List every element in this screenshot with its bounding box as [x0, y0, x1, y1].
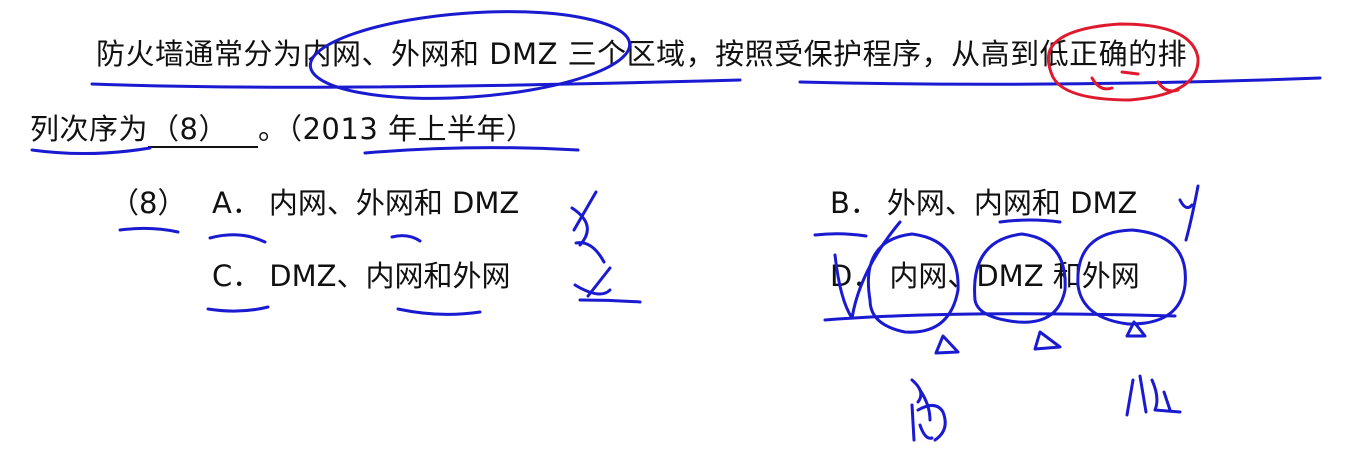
underline-line1-right: [798, 76, 1322, 86]
cross-option-a: [570, 190, 606, 264]
question-number: （8）: [110, 186, 187, 220]
triangle-under-outer: [1125, 320, 1147, 338]
underline-option-c-word: [396, 307, 482, 316]
cross-option-c: [573, 266, 642, 304]
option-b: B． 外网、内网和 DMZ: [830, 185, 1137, 221]
dash-option-c: [206, 305, 270, 313]
tick-red-2: [1156, 80, 1180, 93]
option-d: D． 内网、DMZ 和外网: [830, 258, 1140, 294]
option-a-text: 内网、外网和 DMZ: [268, 186, 520, 220]
question-line-1: 防火墙通常分为内网、外网和 DMZ 三个区域，按照受保护程序，从高到低正确的排: [96, 36, 1187, 72]
option-a-letter: A．: [212, 186, 261, 220]
underline-line2-year: [363, 146, 580, 155]
option-a: A． 内网、外网和 DMZ: [212, 185, 519, 221]
triangle-under-inner: [934, 334, 960, 355]
option-d-letter: D．: [830, 259, 882, 293]
question-text-line-2-prefix: 列次序为: [30, 112, 149, 146]
handwritten-high: [910, 378, 947, 442]
option-b-text: 外网、内网和 DMZ: [886, 186, 1138, 220]
tick-red-1: [1090, 76, 1114, 91]
dash-option-number: [118, 226, 180, 234]
underline-line2-left: [30, 146, 152, 156]
question-text-line-1: 防火墙通常分为内网、外网和 DMZ 三个区域，按照受保护程序，从高到低正确的排: [96, 37, 1188, 71]
underline-line1-left: [90, 78, 742, 89]
dash-option-a: [208, 233, 267, 244]
handwritten-low: [1125, 374, 1182, 417]
question-text-line-2-suffix: 。（2013 年上半年）: [257, 112, 536, 146]
dash-red: [1120, 70, 1140, 76]
option-c: C． DMZ、内网和外网: [212, 258, 510, 294]
dash-option-b: [813, 232, 868, 238]
answer-blank: （8）: [148, 112, 258, 148]
dash-option-a-word: [390, 234, 422, 243]
option-d-text: 内网、DMZ 和外网: [889, 259, 1140, 293]
option-b-letter: B．: [830, 186, 879, 220]
underline-option-d: [823, 312, 1177, 322]
cross-option-b: [1178, 184, 1200, 242]
option-c-text: DMZ、内网和外网: [269, 259, 511, 293]
triangle-under-dmz: [1033, 330, 1062, 351]
question-line-2: 列次序为（8） 。（2013 年上半年）: [30, 111, 536, 148]
option-c-letter: C．: [212, 259, 262, 293]
